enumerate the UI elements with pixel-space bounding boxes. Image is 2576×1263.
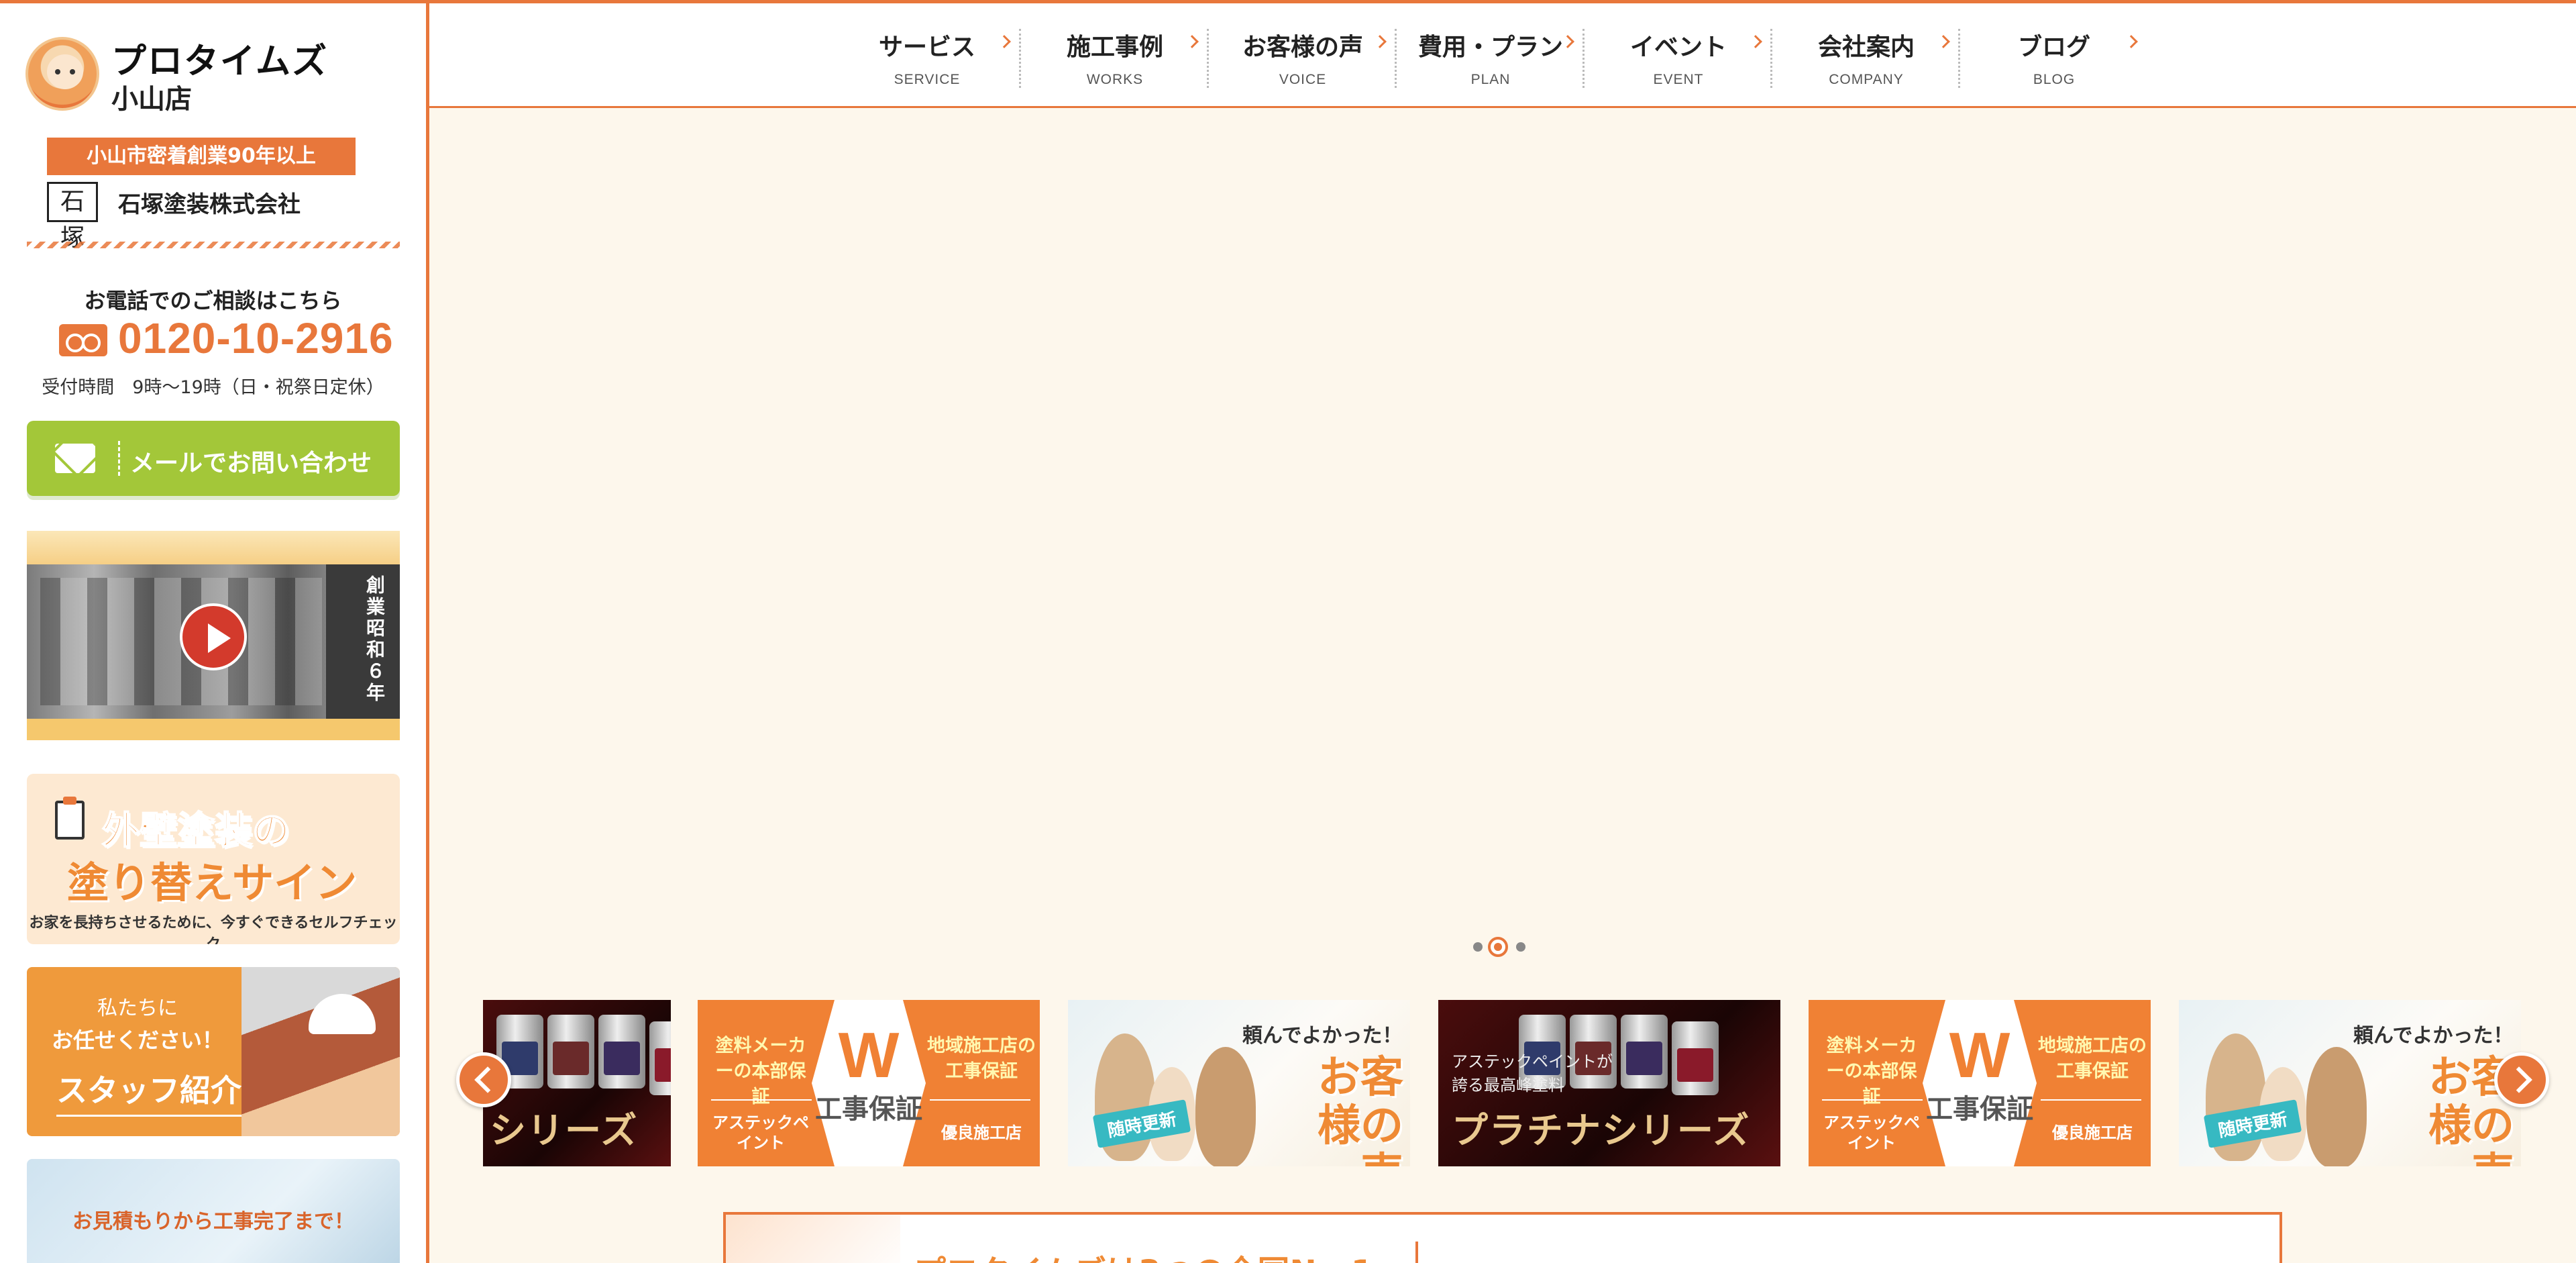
tagline-badge: 小山市密着創業90年以上 xyxy=(47,138,356,175)
logo-branch: 小山店 xyxy=(111,84,192,115)
mail-icon xyxy=(55,444,95,473)
logo-brand: プロタイムズ xyxy=(111,42,328,82)
platinum-title: プラチナシリーズ xyxy=(1452,1109,1751,1152)
slider-dot-3[interactable] xyxy=(1516,942,1525,952)
painter-photo xyxy=(241,967,400,1136)
staff-banner-line-2: お任せください！ xyxy=(51,1027,223,1053)
slider-pagination xyxy=(1473,937,1534,957)
mail-contact-button[interactable]: メールでお問い合わせ xyxy=(27,421,400,496)
banner-carousel: シリーズ 塗料メーカーの本部保証 地域施工店の工事保証 アステックペイント 優良… xyxy=(456,1000,2549,1172)
w-warranty-icon: W xyxy=(838,1019,900,1091)
video-banner[interactable]: 創業昭和６年 xyxy=(27,531,400,740)
play-icon[interactable] xyxy=(180,603,247,670)
nav-item-service[interactable]: サービス SERVICE xyxy=(833,18,1021,93)
banner-voice-2[interactable]: 頼んでよかった！ お客様の声 随時更新 xyxy=(2179,1000,2521,1166)
phone-link[interactable]: 0120-10-2916 xyxy=(59,313,408,367)
banner-platinum-partial[interactable]: シリーズ xyxy=(483,1000,671,1166)
clipboard-icon xyxy=(55,797,85,840)
banner-voice[interactable]: 頼んでよかった！ お客様の声 随時更新 xyxy=(1068,1000,1410,1166)
hero-slider xyxy=(429,108,2576,940)
phone-heading: お電話でのご相談はこちら xyxy=(84,288,342,313)
banner-warranty-2[interactable]: 塗料メーカーの本部保証 地域施工店の工事保証 アステックペイント 優良施工店 W… xyxy=(1809,1000,2151,1166)
carousel-prev-button[interactable] xyxy=(456,1052,511,1107)
repaint-sign-banner[interactable]: 外壁塗装の 塗り替えサイン お家を長持ちさせるために、今すぐできるセルフチェック xyxy=(27,774,400,944)
nav-item-voice[interactable]: お客様の声 VOICE xyxy=(1209,18,1397,93)
nav-item-company[interactable]: 会社案内 COMPANY xyxy=(1772,18,1960,93)
process-banner[interactable]: お見積もりから工事完了まで！ xyxy=(27,1159,400,1263)
process-banner-text: お見積もりから工事完了まで！ xyxy=(72,1210,354,1233)
nav-item-event[interactable]: イベント EVENT xyxy=(1585,18,1772,93)
sign-banner-title-2: 塗り替えサイン xyxy=(67,858,358,907)
video-side-text: 創業昭和６年 xyxy=(364,575,386,704)
no1-heading: プロタイムズは3つの全国No.1 xyxy=(914,1246,1373,1263)
company-name: 石塚塗装株式会社 xyxy=(118,191,301,218)
sidebar: プロタイムズ 小山店 小山市密着創業90年以上 石塚 石塚塗装株式会社 お電話で… xyxy=(0,3,429,1263)
slider-dot-2[interactable] xyxy=(1488,937,1508,957)
company-logo-icon: 石塚 xyxy=(47,182,98,252)
nav-item-plan[interactable]: 費用・プラン PLAN xyxy=(1397,18,1585,93)
staff-banner-title: スタッフ紹介 xyxy=(56,1066,241,1117)
phone-number: 0120-10-2916 xyxy=(118,314,394,362)
sign-banner-sub: お家を長持ちさせるために、今すぐできるセルフチェック xyxy=(29,915,398,944)
freedial-icon xyxy=(59,324,107,356)
nav-item-blog[interactable]: ブログ BLOG xyxy=(1960,18,2148,93)
divider xyxy=(27,242,400,248)
banner-platinum[interactable]: アステックペイントが 誇る最高峰塗料 プラチナシリーズ xyxy=(1438,1000,1780,1166)
banner-warranty[interactable]: 塗料メーカーの本部保証 地域施工店の工事保証 アステックペイント 優良施工店 W… xyxy=(698,1000,1040,1166)
phone-hours: 受付時間 9時～19時（日・祝祭日定休） xyxy=(42,377,384,398)
company-info: 石塚 石塚塗装株式会社 xyxy=(47,179,382,252)
slider-dot-1[interactable] xyxy=(1473,942,1483,952)
platinum-title-partial: シリーズ xyxy=(490,1109,639,1152)
site-logo[interactable]: プロタイムズ 小山店 xyxy=(25,33,426,115)
staff-banner[interactable]: 私たちに お任せください！ スタッフ紹介 xyxy=(27,967,400,1136)
nav-item-works[interactable]: 施工事例 WORKS xyxy=(1021,18,1209,93)
carousel-next-button[interactable] xyxy=(2494,1052,2549,1107)
global-nav: サービス SERVICE 施工事例 WORKS お客様の声 VOICE 費用・プ… xyxy=(429,3,2576,108)
w-warranty-icon: W xyxy=(1949,1019,2010,1091)
staff-banner-line-1: 私たちに xyxy=(97,997,178,1020)
mascot-icon xyxy=(25,37,99,111)
no1-section: プロタイムズは3つの全国No.1 xyxy=(723,1212,2282,1263)
mail-button-label: メールでお問い合わせ xyxy=(130,450,372,477)
sign-banner-title-1: 外壁塗装の xyxy=(101,809,290,854)
